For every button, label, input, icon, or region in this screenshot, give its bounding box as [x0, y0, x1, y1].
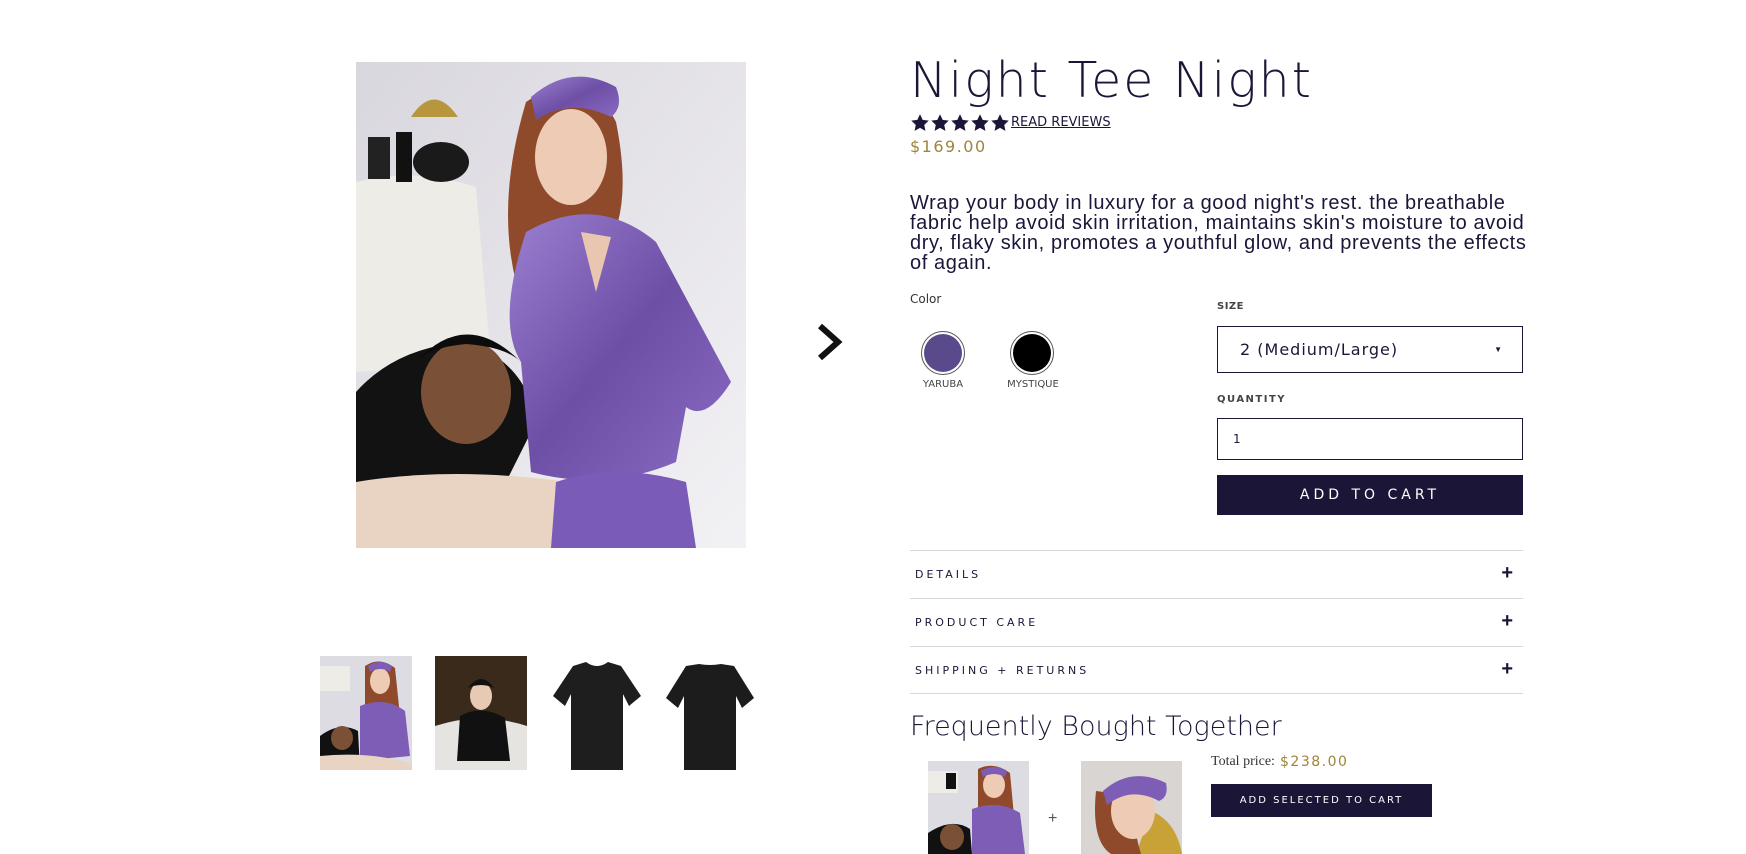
star-icon — [991, 114, 1009, 131]
plus-icon: + — [1501, 562, 1513, 584]
quantity-label: QUANTITY — [1217, 394, 1287, 405]
product-title: Night Tee Night — [910, 52, 1313, 109]
divider — [910, 693, 1523, 694]
accordion-shipping-returns[interactable]: SHIPPING + RETURNS + — [910, 647, 1523, 694]
caret-down-icon: ▼ — [1494, 345, 1502, 354]
thumbnail-4[interactable] — [664, 656, 756, 770]
rating-stars — [910, 113, 1010, 133]
swatch-fill — [1013, 334, 1051, 372]
next-image-button[interactable] — [812, 322, 846, 362]
accordion-label: SHIPPING + RETURNS — [915, 664, 1090, 677]
fbt-title: Frequently Bought Together — [910, 711, 1282, 742]
size-selected-value: 2 (Medium/Large) — [1240, 340, 1399, 359]
size-label: SIZE — [1217, 301, 1245, 312]
fbt-plus: + — [1048, 810, 1058, 827]
color-name-mystique: MYSTIQUE — [1007, 379, 1059, 390]
product-price: $169.00 — [910, 137, 987, 156]
plus-icon: + — [1501, 658, 1513, 680]
main-product-image — [356, 62, 746, 548]
thumbnail-3[interactable] — [551, 656, 643, 770]
total-price-label: Total price: — [1211, 754, 1275, 769]
fbt-product-image-2[interactable] — [1081, 761, 1182, 854]
color-name-yaruba: YARUBA — [922, 379, 964, 390]
thumbnail-2[interactable] — [435, 656, 527, 770]
add-to-cart-button[interactable]: ADD TO CART — [1217, 475, 1523, 515]
accordion-product-care[interactable]: PRODUCT CARE + — [910, 599, 1523, 646]
accordion-label: DETAILS — [915, 568, 982, 581]
plus-icon: + — [1501, 610, 1513, 632]
star-icon — [931, 114, 949, 131]
swatch-fill — [924, 334, 962, 372]
color-label: Color — [910, 292, 942, 306]
read-reviews-link[interactable]: READ REVIEWS — [1011, 115, 1111, 130]
star-icon — [911, 114, 929, 131]
color-swatch-yaruba[interactable] — [921, 331, 965, 375]
fbt-product-image-1[interactable] — [928, 761, 1029, 854]
accordion-label: PRODUCT CARE — [915, 616, 1039, 629]
quantity-input[interactable] — [1217, 418, 1523, 460]
total-price-value: $238.00 — [1280, 754, 1349, 770]
chevron-right-icon — [818, 323, 843, 361]
thumbnail-1[interactable] — [320, 656, 412, 770]
product-description: Wrap your body in luxury for a good nigh… — [910, 192, 1527, 274]
add-selected-to-cart-button[interactable]: ADD SELECTED TO CART — [1211, 784, 1432, 817]
accordion-details[interactable]: DETAILS + — [910, 551, 1523, 598]
color-swatch-mystique[interactable] — [1010, 331, 1054, 375]
star-icon — [971, 114, 989, 131]
star-icon — [951, 114, 969, 131]
size-select[interactable]: 2 (Medium/Large) ▼ — [1217, 326, 1523, 373]
